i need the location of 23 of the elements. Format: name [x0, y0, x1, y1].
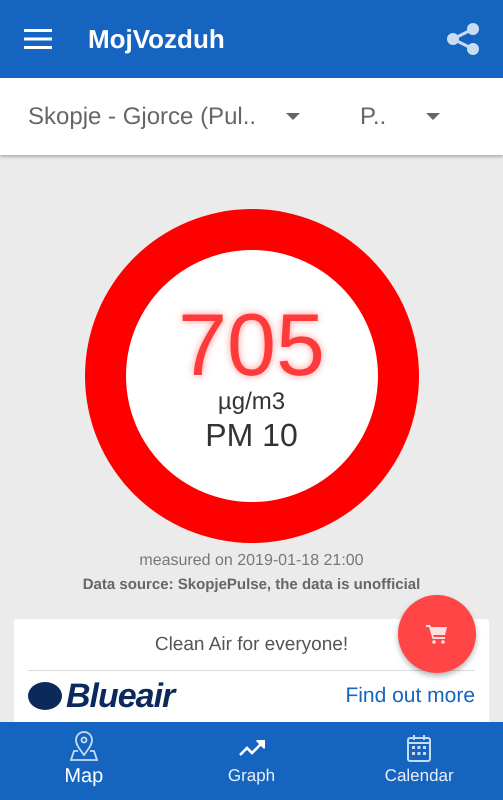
dropdown[interactable]: P..: [330, 98, 470, 136]
dropdown[interactable]: Skopje - Gjorce (Pul..: [0, 98, 330, 136]
find-out-more-link[interactable]: Find out more: [345, 680, 475, 712]
cart-button[interactable]: [398, 595, 476, 673]
reading-unit: µg/m3: [218, 389, 286, 416]
data-source-note: Data source: SkopjePulse, the data is unofficial: [82, 576, 420, 593]
map-pin-icon: [70, 731, 98, 761]
caret-icon: [426, 113, 440, 120]
caret-icon: [286, 113, 300, 120]
ad-headline: Clean Air for everyone!: [154, 634, 348, 655]
brand-logo: Blueair: [66, 678, 174, 712]
reading-value: 705: [178, 301, 325, 389]
nav-tab[interactable]: Calendar: [335, 722, 503, 800]
brand-logo-icon: [28, 682, 62, 710]
measured-time: measured on 2019-01-18 21:00: [139, 552, 364, 569]
calendar-icon: [405, 733, 434, 764]
nav-tab[interactable]: Graph: [168, 722, 336, 800]
app-title: MojVozduh: [88, 22, 225, 56]
cart-icon: [426, 624, 448, 644]
menu-icon[interactable]: [24, 29, 52, 49]
share-icon[interactable]: [447, 23, 479, 55]
nav-tab[interactable]: Map: [0, 722, 168, 800]
pollutant-label: PM 10: [205, 416, 298, 456]
